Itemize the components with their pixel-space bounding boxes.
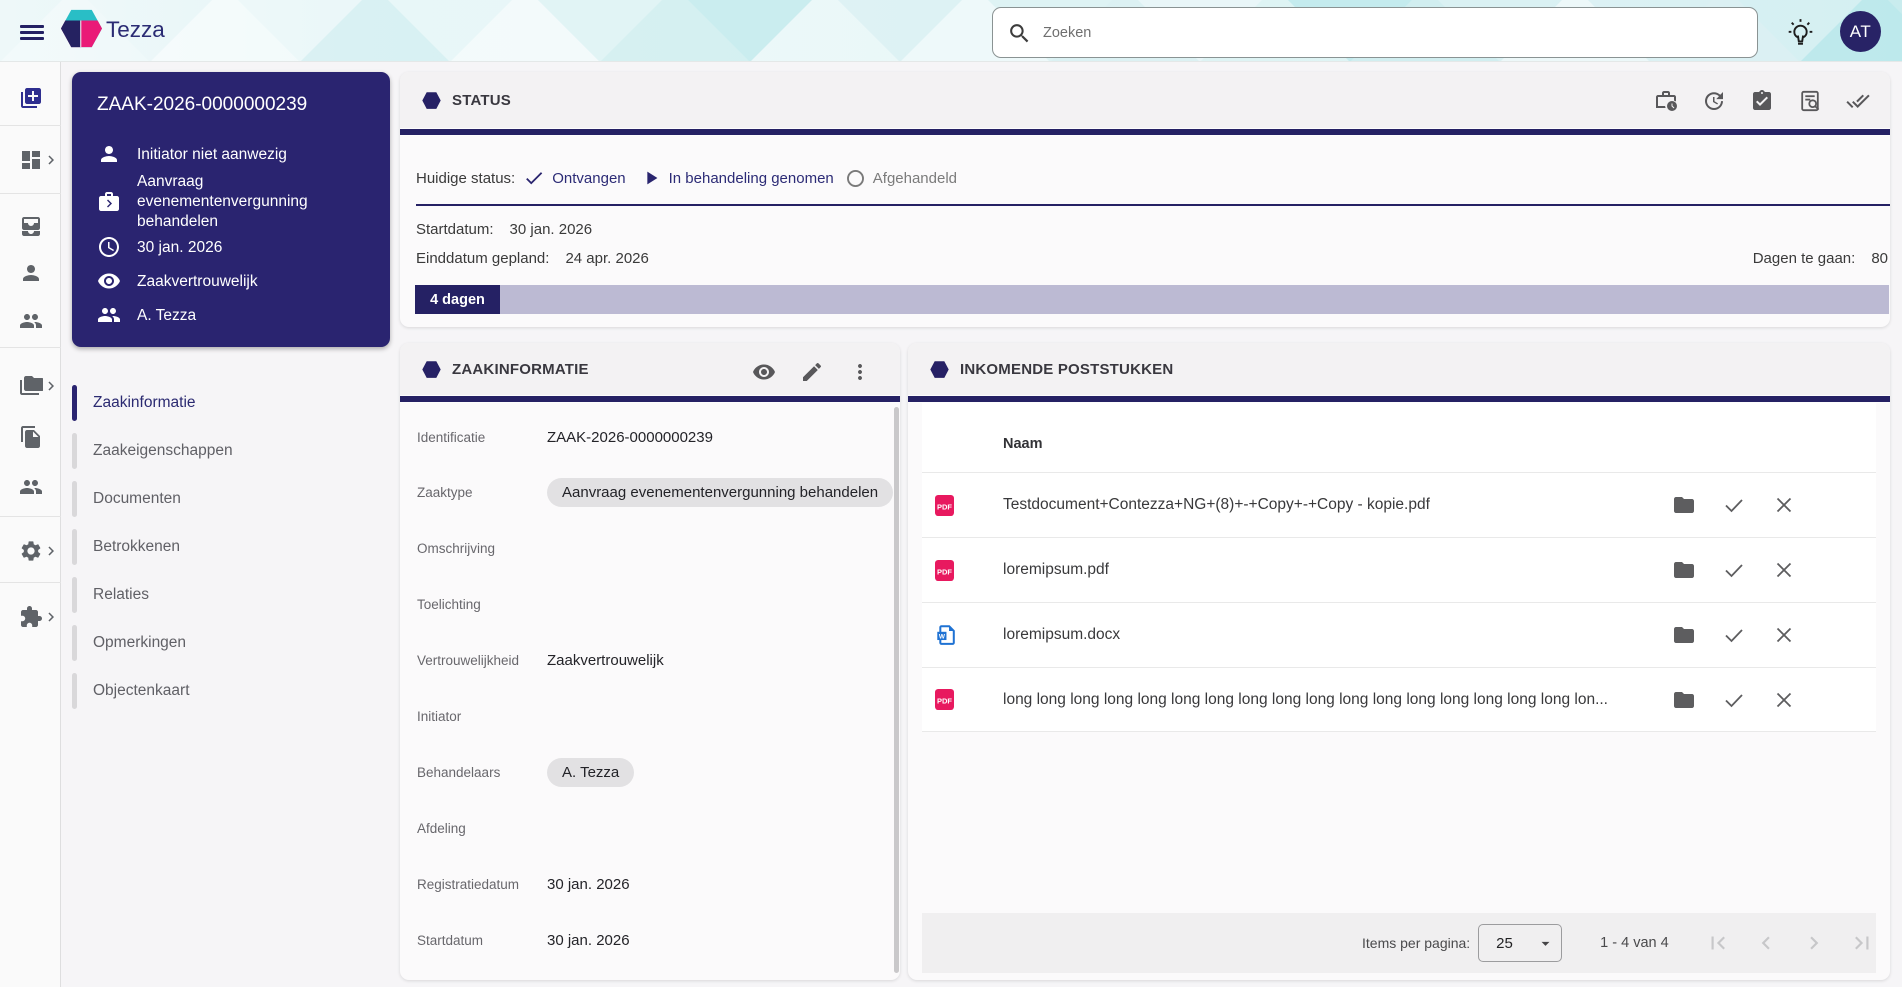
svg-text:PDF: PDF xyxy=(937,697,952,706)
svg-text:PDF: PDF xyxy=(937,502,952,511)
svg-text:PDF: PDF xyxy=(937,567,952,576)
svg-text:W: W xyxy=(939,633,946,640)
